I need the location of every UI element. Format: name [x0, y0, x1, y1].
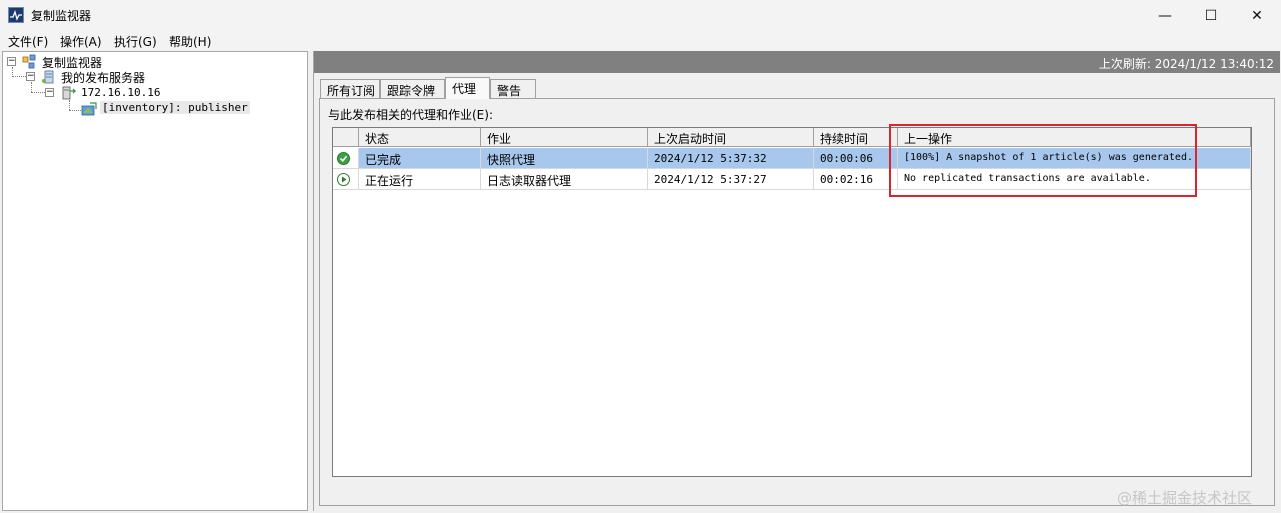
tab-warnings[interactable]: 警告: [490, 79, 536, 98]
minimize-button[interactable]: —: [1142, 0, 1188, 31]
tree-publication[interactable]: [inventory]: publisher: [100, 101, 250, 114]
collapse-icon[interactable]: −: [7, 57, 16, 66]
column-header-start-time[interactable]: 上次启动时间: [648, 128, 814, 147]
duration-cell: 00:00:06: [814, 148, 898, 169]
tab-all-subscriptions[interactable]: 所有订阅: [320, 79, 380, 98]
menu-go[interactable]: 执行(G): [114, 33, 157, 50]
table-row[interactable]: 已完成 快照代理 2024/1/12 5:37:32 00:00:06 [100…: [333, 148, 1251, 169]
agents-grid[interactable]: 状态 作业 上次启动时间 持续时间 上一操作 已完成 快照代理 2024/1/1…: [332, 127, 1252, 477]
column-header-last-action[interactable]: 上一操作: [898, 128, 1251, 147]
collapse-icon[interactable]: −: [45, 88, 54, 97]
navigation-tree[interactable]: − 复制监视器 − 我的发布服务器 − 172.16.10.16 [invent…: [2, 51, 308, 511]
replication-monitor-icon: [8, 7, 24, 23]
maximize-button[interactable]: ☐: [1188, 0, 1234, 31]
replication-root-icon: [22, 54, 36, 69]
grid-header: 状态 作业 上次启动时间 持续时间 上一操作: [333, 128, 1251, 147]
status-icon-cell: [333, 169, 359, 190]
server-icon: [62, 86, 76, 100]
status-cell: 正在运行: [359, 169, 481, 190]
column-header-job[interactable]: 作业: [481, 128, 648, 147]
column-header-status[interactable]: 状态: [359, 128, 481, 147]
menu-action[interactable]: 操作(A): [60, 33, 102, 50]
tree-publisher-group[interactable]: 我的发布服务器: [61, 69, 145, 86]
job-cell: 快照代理: [481, 148, 648, 169]
header-band: 上次刷新: 2024/1/12 13:40:12: [314, 51, 1280, 73]
collapse-icon[interactable]: −: [26, 72, 35, 81]
status-icon-cell: [333, 148, 359, 169]
close-button[interactable]: ✕: [1234, 0, 1280, 31]
status-cell: 已完成: [359, 148, 481, 169]
tab-agents[interactable]: 代理: [445, 77, 490, 99]
details-pane: 上次刷新: 2024/1/12 13:40:12 所有订阅 跟踪令牌 代理 警告…: [313, 51, 1280, 511]
column-header-icon: [333, 128, 359, 147]
title-bar: 复制监视器 — ☐ ✕: [0, 0, 1281, 31]
start-time-cell: 2024/1/12 5:37:32: [648, 148, 814, 169]
watermark-text: @稀土掘金技术社区: [1117, 489, 1253, 507]
duration-cell: 00:02:16: [814, 169, 898, 190]
last-refresh-label: 上次刷新: 2024/1/12 13:40:12: [1098, 57, 1274, 71]
menu-help[interactable]: 帮助(H): [169, 33, 211, 50]
publisher-group-icon: [42, 70, 54, 84]
tab-tracer-tokens[interactable]: 跟踪令牌: [380, 79, 445, 98]
tree-server[interactable]: 172.16.10.16: [81, 86, 160, 99]
column-header-duration[interactable]: 持续时间: [814, 128, 898, 147]
publication-icon: [81, 102, 97, 116]
section-label: 与此发布相关的代理和作业(E):: [328, 108, 493, 122]
job-cell: 日志读取器代理: [481, 169, 648, 190]
last-action-cell: [100%] A snapshot of 1 article(s) was ge…: [898, 148, 1251, 169]
window-title: 复制监视器: [31, 9, 92, 23]
menu-file[interactable]: 文件(F): [8, 33, 48, 50]
menu-bar: 文件(F) 操作(A) 执行(G) 帮助(H): [0, 31, 1281, 50]
start-time-cell: 2024/1/12 5:37:27: [648, 169, 814, 190]
play-circle-icon: [337, 173, 350, 186]
last-action-cell: No replicated transactions are available…: [898, 169, 1251, 190]
check-circle-icon: [337, 152, 350, 165]
app-window: 复制监视器 — ☐ ✕ 文件(F) 操作(A) 执行(G) 帮助(H) − 复制…: [0, 0, 1281, 513]
table-row[interactable]: 正在运行 日志读取器代理 2024/1/12 5:37:27 00:02:16 …: [333, 169, 1251, 190]
